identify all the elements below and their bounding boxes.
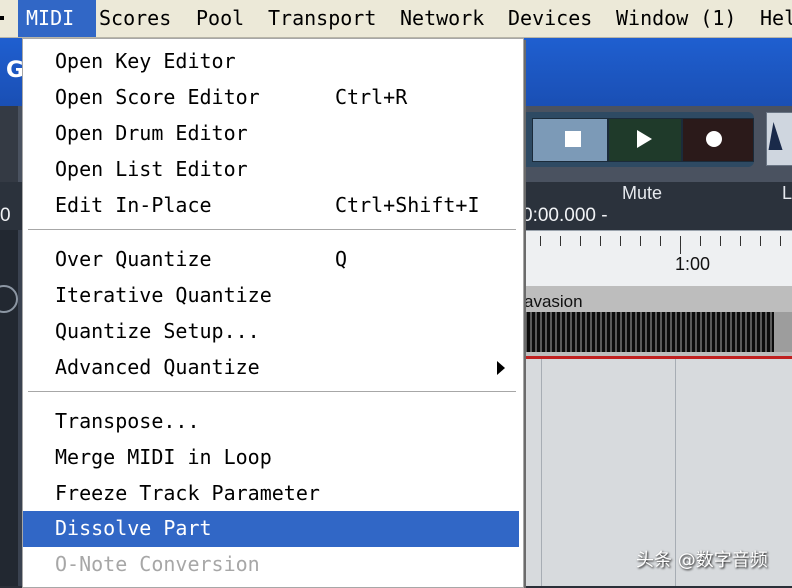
locator-label: L [782, 183, 792, 203]
mute-label: Mute [622, 183, 663, 203]
play-icon [637, 130, 652, 148]
menu-network[interactable]: Network [400, 0, 484, 37]
menu-item-label: Advanced Quantize [55, 355, 260, 379]
midi-menu-dropdown: Open Key Editor Open Score Editor Ctrl+R… [22, 38, 524, 588]
ruler-tick [540, 236, 541, 246]
menu-item-label: Open Key Editor [55, 49, 236, 73]
record-icon [706, 131, 722, 147]
stop-icon [565, 131, 581, 147]
ruler-tick [560, 236, 561, 246]
menu-item-iterative-quantize[interactable]: Iterative Quantize [23, 278, 519, 314]
menu-item-label: Quantize Setup... [55, 319, 260, 343]
menubar-overflow-mark [0, 16, 4, 20]
menu-item-shortcut: Q [335, 247, 348, 271]
menu-item-label: Merge MIDI in Loop [55, 445, 272, 469]
menu-devices[interactable]: Devices [508, 0, 592, 37]
menu-item-open-score-editor[interactable]: Open Score Editor Ctrl+R [23, 80, 519, 116]
menu-item-label: Edit In-Place [55, 193, 212, 217]
menu-item-dissolve-part[interactable]: Dissolve Part [23, 511, 519, 547]
ruler-tick [600, 236, 601, 246]
waveform [522, 312, 774, 352]
menu-item-over-quantize[interactable]: Over Quantize Q [23, 242, 519, 278]
grid-line [541, 359, 542, 586]
menu-item-label: Open List Editor [55, 157, 248, 181]
menu-item-label: Freeze Track Parameter [55, 481, 320, 505]
menu-item-merge-midi-in-loop[interactable]: Merge MIDI in Loop [23, 440, 519, 476]
menu-item-label: Iterative Quantize [55, 283, 272, 307]
submenu-arrow-icon [497, 361, 505, 375]
ruler-tick [780, 236, 781, 246]
ruler-tick [760, 236, 761, 246]
waveform-tail [774, 312, 792, 352]
watermark: 头条 @数字音频 [636, 550, 768, 571]
menu-item-label: Transpose... [55, 409, 200, 433]
menu-item-label: Open Drum Editor [55, 121, 248, 145]
menu-item-label: O-Note Conversion [55, 552, 260, 576]
menu-item-transpose[interactable]: Transpose... [23, 404, 519, 440]
menu-window[interactable]: Window (1) [616, 0, 736, 37]
menu-item-quantize-setup[interactable]: Quantize Setup... [23, 314, 519, 350]
menu-item-o-note-conversion: O-Note Conversion [23, 547, 519, 583]
menu-item-advanced-quantize[interactable]: Advanced Quantize [23, 350, 519, 386]
menu-pool[interactable]: Pool [196, 0, 244, 37]
ruler-label: 1:00 [675, 254, 711, 274]
menu-item-open-drum-editor[interactable]: Open Drum Editor [23, 116, 519, 152]
menu-item-shortcut: Ctrl+R [335, 85, 408, 109]
menu-bar: MIDI Scores Pool Transport Network Devic… [0, 0, 792, 38]
time-readout: 0:00.000 - [522, 205, 608, 226]
menu-item-label: Over Quantize [55, 247, 212, 271]
ruler-tick [720, 236, 721, 246]
menu-item-freeze-track-parameter[interactable]: Freeze Track Parameter [23, 476, 519, 512]
menu-help[interactable]: Help [760, 0, 792, 37]
menu-separator [28, 391, 516, 393]
ruler-tick [700, 236, 701, 246]
menu-scores[interactable]: Scores [99, 0, 171, 37]
event-name: avasion [524, 292, 583, 311]
menu-transport[interactable]: Transport [268, 0, 376, 37]
menu-item-open-list-editor[interactable]: Open List Editor [23, 152, 519, 188]
ruler-tick [620, 236, 621, 246]
app-title-initial: G [6, 58, 25, 83]
ruler-tick [660, 236, 661, 246]
timeline-ruler[interactable] [522, 230, 792, 286]
ruler-tick [680, 236, 681, 254]
menu-item-edit-in-place[interactable]: Edit In-Place Ctrl+Shift+I [23, 188, 519, 224]
menu-item-open-key-editor[interactable]: Open Key Editor [23, 44, 519, 80]
menu-midi[interactable]: MIDI [18, 0, 96, 37]
ruler-tick [740, 236, 741, 246]
menu-item-label: Open Score Editor [55, 85, 260, 109]
ruler-tick [580, 236, 581, 246]
menu-separator [28, 229, 516, 231]
left-time-readout: 0 [0, 205, 11, 226]
menu-item-shortcut: Ctrl+Shift+I [335, 193, 480, 217]
menu-item-label: Dissolve Part [55, 516, 212, 540]
ruler-tick [640, 236, 641, 246]
inspector-edge [0, 230, 18, 586]
